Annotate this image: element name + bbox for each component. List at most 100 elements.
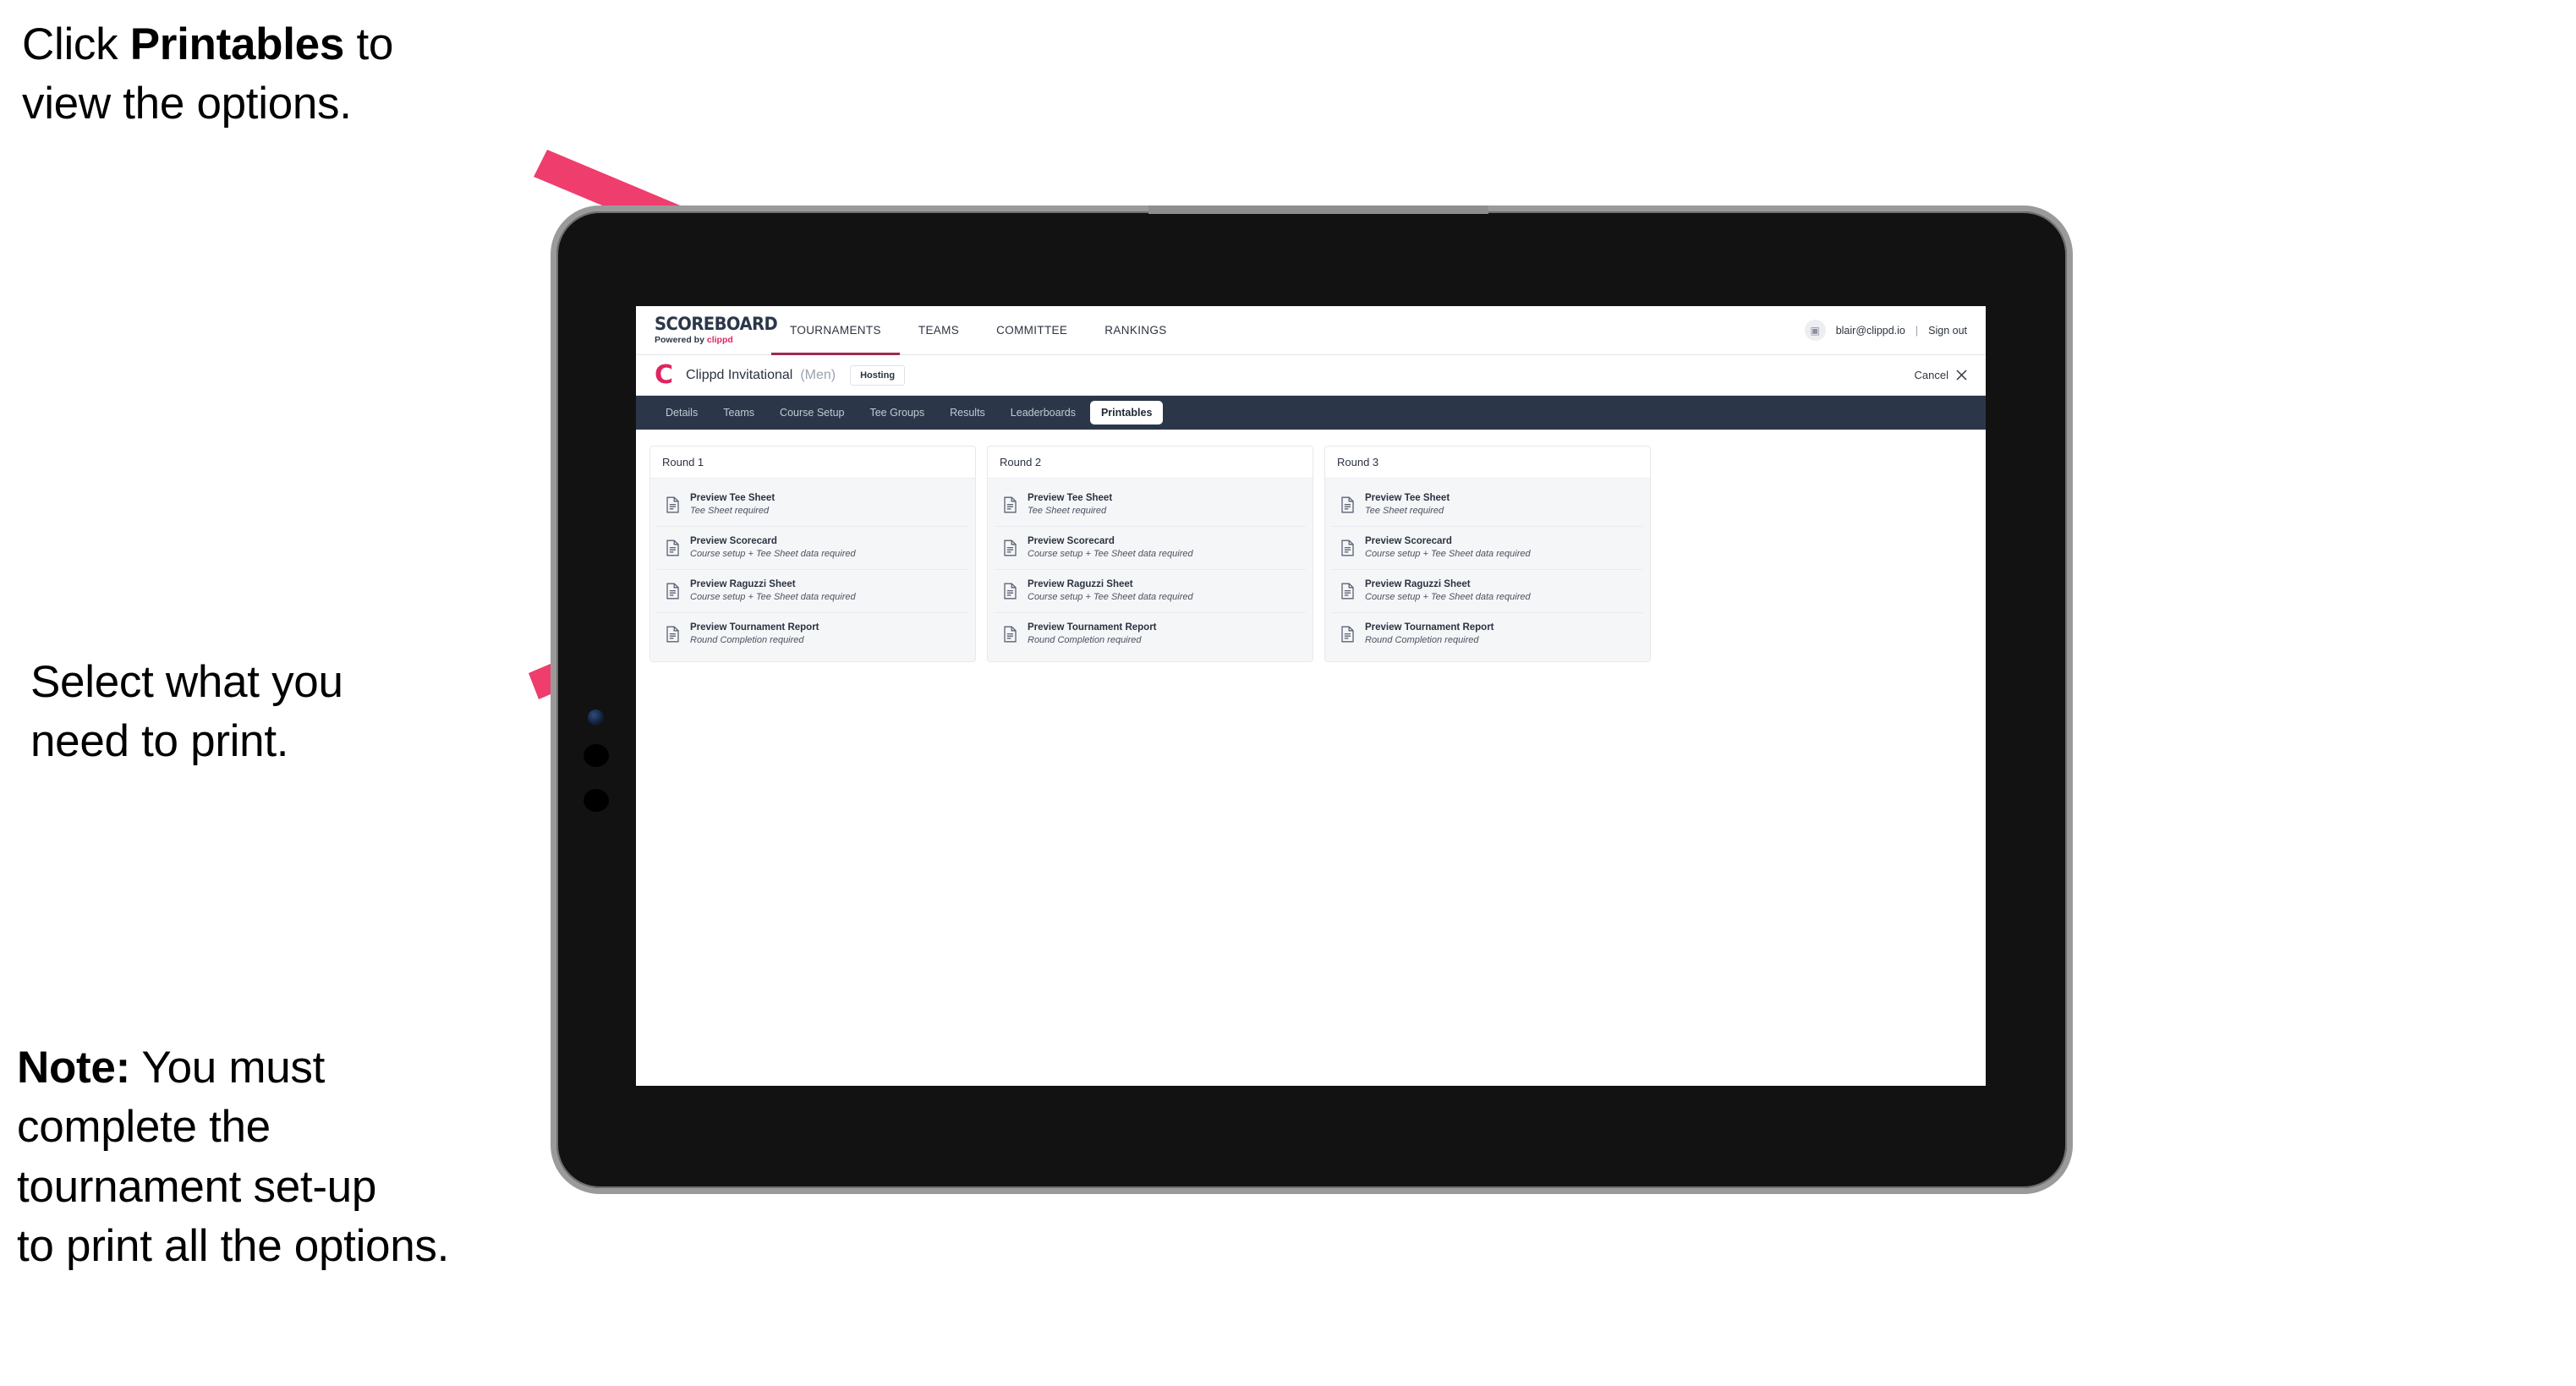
user-separator: |: [1915, 324, 1919, 337]
cancel-button[interactable]: Cancel: [1915, 369, 1967, 381]
annotation-select-print: Select what you need to print.: [30, 657, 343, 767]
tab-course-setup[interactable]: Course Setup: [769, 401, 855, 425]
tab-printables[interactable]: Printables: [1089, 401, 1164, 425]
printable-item-title: Preview Tournament Report: [690, 622, 819, 633]
primary-nav: TOURNAMENTS TEAMS COMMITTEE RANKINGS: [771, 306, 1186, 355]
camera-icon: [588, 709, 604, 726]
printable-item-text: Preview Tournament Report Round Completio…: [1028, 622, 1157, 646]
printable-item-title: Preview Scorecard: [690, 535, 777, 546]
printable-item-requirement: Round Completion required: [1365, 634, 1479, 645]
document-icon: [666, 583, 680, 600]
printable-item-requirement: Course setup + Tee Sheet data required: [1365, 591, 1531, 602]
tablet-device: SCOREBOARD Powered by clippd TOURNAMENTS…: [551, 205, 2073, 1194]
printable-item-text: Preview Raguzzi Sheet Course setup + Tee …: [1028, 579, 1193, 603]
round-items: Preview Tee Sheet Tee Sheet required Previ…: [988, 479, 1313, 662]
printable-item-text: Preview Tee Sheet Tee Sheet required: [1028, 493, 1112, 517]
nav-item-rankings[interactable]: RANKINGS: [1086, 306, 1185, 354]
tab-results[interactable]: Results: [939, 401, 996, 425]
printable-item-requirement: Course setup + Tee Sheet data required: [690, 591, 856, 602]
document-icon: [1003, 583, 1017, 600]
printable-item-requirement: Course setup + Tee Sheet data required: [1028, 591, 1193, 602]
printable-item[interactable]: Preview Tournament Report Round Completio…: [995, 612, 1306, 655]
tab-teams[interactable]: Teams: [712, 401, 765, 425]
tab-leaderboards[interactable]: Leaderboards: [1000, 401, 1087, 425]
round-title: Round 3: [1325, 446, 1650, 479]
tournament-name: Clippd Invitational: [686, 367, 793, 382]
printable-item-requirement: Tee Sheet required: [690, 506, 770, 517]
tab-tee-groups[interactable]: Tee Groups: [858, 401, 935, 425]
printable-item-text: Preview Scorecard Course setup + Tee Shee…: [1365, 536, 1531, 560]
document-icon: [1003, 626, 1017, 643]
tablet-screen: SCOREBOARD Powered by clippd TOURNAMENTS…: [636, 306, 1986, 1086]
logo-tagline: Powered by clippd: [655, 336, 771, 345]
printable-item-requirement: Course setup + Tee Sheet data required: [690, 549, 856, 560]
tab-details[interactable]: Details: [655, 401, 709, 425]
document-icon: [1003, 540, 1017, 556]
round-card: Round 1 Preview Tee Sheet Tee Sheet requir…: [649, 446, 976, 663]
user-email: blair@clippd.io: [1835, 324, 1905, 337]
document-icon: [1003, 496, 1017, 513]
tournament-gender: (Men): [800, 367, 836, 382]
printable-item[interactable]: Preview Scorecard Course setup + Tee Shee…: [995, 526, 1306, 570]
printable-item-title: Preview Tournament Report: [1028, 622, 1157, 633]
printable-item[interactable]: Preview Scorecard Course setup + Tee Shee…: [657, 526, 968, 570]
printable-item[interactable]: Preview Tee Sheet Tee Sheet required: [1332, 484, 1643, 527]
document-icon: [1340, 583, 1355, 600]
document-icon: [1340, 626, 1355, 643]
scoreboard-logo[interactable]: SCOREBOARD Powered by clippd: [636, 306, 778, 354]
tablet-button-upper[interactable]: [584, 744, 609, 767]
printable-item-text: Preview Tournament Report Round Completio…: [690, 622, 819, 646]
sign-out-link[interactable]: Sign out: [1928, 325, 1967, 337]
round-title: Round 2: [988, 446, 1313, 479]
printable-item[interactable]: Preview Tournament Report Round Completio…: [1332, 612, 1643, 655]
printable-item-requirement: Round Completion required: [690, 634, 804, 645]
document-icon: [666, 540, 680, 556]
annotation-click-printables: Click Printables to view the options.: [22, 19, 394, 129]
user-area: ▣ blair@clippd.io | Sign out: [1804, 306, 1986, 354]
printable-item-title: Preview Raguzzi Sheet: [1365, 578, 1471, 589]
printable-item[interactable]: Preview Raguzzi Sheet Course setup + Tee …: [657, 569, 968, 613]
printable-item-text: Preview Raguzzi Sheet Course setup + Tee …: [690, 579, 856, 603]
cancel-label: Cancel: [1914, 369, 1948, 381]
printable-item-title: Preview Tee Sheet: [690, 493, 776, 503]
round-title: Round 1: [650, 446, 975, 479]
printable-item-title: Preview Scorecard: [1028, 535, 1115, 546]
printable-item-title: Preview Tournament Report: [1365, 622, 1494, 633]
document-icon: [666, 626, 680, 643]
avatar[interactable]: ▣: [1804, 320, 1826, 341]
printable-item-requirement: Course setup + Tee Sheet data required: [1365, 549, 1531, 560]
status-badge: Hosting: [850, 364, 906, 386]
printable-item-title: Preview Tee Sheet: [1028, 493, 1113, 503]
printable-item[interactable]: Preview Tee Sheet Tee Sheet required: [995, 484, 1306, 527]
nav-item-committee[interactable]: COMMITTEE: [978, 306, 1086, 354]
printable-item[interactable]: Preview Scorecard Course setup + Tee Shee…: [1332, 526, 1643, 570]
round-items: Preview Tee Sheet Tee Sheet required Previ…: [650, 479, 975, 662]
printable-item-text: Preview Raguzzi Sheet Course setup + Tee …: [1365, 579, 1531, 603]
section-tab-bar: Details Teams Course Setup Tee Groups Re…: [636, 396, 1986, 430]
printable-item-text: Preview Tee Sheet Tee Sheet required: [1365, 493, 1450, 517]
nav-item-tournaments[interactable]: TOURNAMENTS: [771, 306, 900, 355]
printable-item-title: Preview Tee Sheet: [1365, 493, 1450, 503]
logo-wordmark: SCOREBOARD: [655, 314, 778, 335]
printable-item-text: Preview Tee Sheet Tee Sheet required: [690, 493, 775, 517]
printable-item-requirement: Round Completion required: [1028, 634, 1142, 645]
printable-item-requirement: Tee Sheet required: [1365, 506, 1444, 517]
document-icon: [1340, 540, 1355, 556]
close-icon: [1956, 370, 1967, 381]
printable-item[interactable]: Preview Raguzzi Sheet Course setup + Tee …: [1332, 569, 1643, 613]
printable-item-text: Preview Scorecard Course setup + Tee Shee…: [1028, 536, 1193, 560]
logo-brand-clippd: clippd: [706, 335, 733, 346]
tablet-button-lower[interactable]: [584, 789, 609, 812]
printables-content: Round 1 Preview Tee Sheet Tee Sheet requir…: [636, 430, 1986, 679]
logo-tagline-text: Powered by: [655, 335, 707, 346]
document-icon: [666, 496, 680, 513]
tablet-top-notch: [1148, 205, 1488, 214]
printable-item[interactable]: Preview Tee Sheet Tee Sheet required: [657, 484, 968, 527]
clippd-c-icon: C: [655, 359, 673, 390]
printable-item[interactable]: Preview Tournament Report Round Completio…: [657, 612, 968, 655]
printable-item[interactable]: Preview Raguzzi Sheet Course setup + Tee …: [995, 569, 1306, 613]
printable-item-title: Preview Raguzzi Sheet: [690, 578, 796, 589]
round-card: Round 3 Preview Tee Sheet Tee Sheet requir…: [1324, 446, 1651, 663]
page-root: Click Printables to view the options. Se…: [0, 0, 2576, 1386]
nav-item-teams[interactable]: TEAMS: [900, 306, 978, 354]
